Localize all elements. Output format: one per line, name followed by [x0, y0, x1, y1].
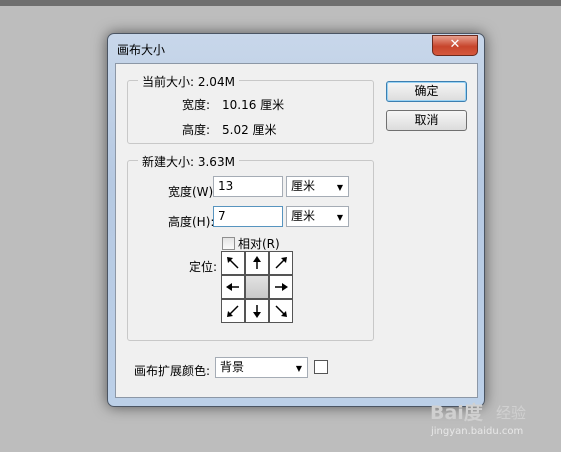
watermark-logo: Bai度 [430, 402, 483, 424]
new-size-legend: 新建大小: 3.63M [138, 153, 239, 170]
arrow-right-icon [275, 283, 288, 291]
arrow-down-left-icon [227, 305, 239, 317]
width-unit-value: 厘米 [291, 179, 316, 193]
anchor-grid [221, 251, 293, 323]
extension-color-value: 背景 [220, 360, 245, 374]
extension-color-label: 画布扩展颜色: [134, 364, 211, 378]
close-button[interactable]: ✕ [432, 35, 478, 56]
extension-color-swatch[interactable] [314, 360, 328, 374]
anchor-center[interactable] [245, 275, 269, 299]
extension-color-select[interactable]: 背景 ▼ [215, 357, 308, 378]
height-unit-value: 厘米 [291, 209, 316, 223]
anchor-left[interactable] [221, 275, 245, 299]
current-width-label: 宽度: [182, 98, 211, 112]
anchor-bottom[interactable] [245, 299, 269, 323]
dialog-body: 当前大小: 2.04M 宽度: 10.16 厘米 高度: 5.02 厘米 新建大… [115, 63, 478, 398]
arrow-up-right-icon [275, 257, 287, 269]
new-width-label: 宽度(W): [168, 185, 218, 199]
anchor-bottom-right[interactable] [269, 299, 293, 323]
current-size-group: 当前大小: 2.04M 宽度: 10.16 厘米 高度: 5.02 厘米 [127, 73, 374, 144]
width-unit-select[interactable]: 厘米 ▼ [286, 176, 349, 197]
arrow-up-icon [253, 256, 261, 269]
arrow-up-left-icon [227, 257, 239, 269]
anchor-label: 定位: [189, 260, 218, 274]
width-input[interactable]: 13 [213, 176, 283, 197]
new-height-label: 高度(H): [168, 215, 215, 229]
height-unit-select[interactable]: 厘米 ▼ [286, 206, 349, 227]
anchor-top[interactable] [245, 251, 269, 275]
app-top-bar [0, 0, 561, 6]
relative-checkbox[interactable] [222, 237, 235, 250]
current-width-value: 10.16 厘米 [222, 98, 285, 112]
current-size-legend: 当前大小: 2.04M [138, 73, 239, 90]
arrow-down-icon [253, 305, 261, 318]
anchor-bottom-left[interactable] [221, 299, 245, 323]
relative-label[interactable]: 相对(R) [238, 235, 280, 252]
current-height-label: 高度: [182, 123, 211, 137]
height-input[interactable]: 7 [213, 206, 283, 227]
watermark-url: jingyan.baidu.com [431, 426, 524, 437]
current-height-value: 5.02 厘米 [222, 123, 277, 137]
chevron-down-icon: ▼ [336, 213, 343, 222]
baidu-watermark: Bai度 经验 jingyan.baidu.com [428, 398, 548, 442]
watermark-brand: 经验 [496, 404, 527, 422]
arrow-down-right-icon [275, 305, 287, 317]
arrow-left-icon [226, 283, 239, 291]
anchor-right[interactable] [269, 275, 293, 299]
chevron-down-icon: ▼ [295, 364, 302, 373]
cancel-button[interactable]: 取消 [386, 110, 467, 131]
anchor-top-right[interactable] [269, 251, 293, 275]
anchor-top-left[interactable] [221, 251, 245, 275]
chevron-down-icon: ▼ [336, 183, 343, 192]
dialog-title: 画布大小 [117, 43, 166, 57]
canvas-size-dialog: 画布大小 ✕ 当前大小: 2.04M 宽度: 10.16 厘米 高度: 5.02… [107, 33, 485, 407]
ok-button[interactable]: 确定 [386, 81, 467, 102]
